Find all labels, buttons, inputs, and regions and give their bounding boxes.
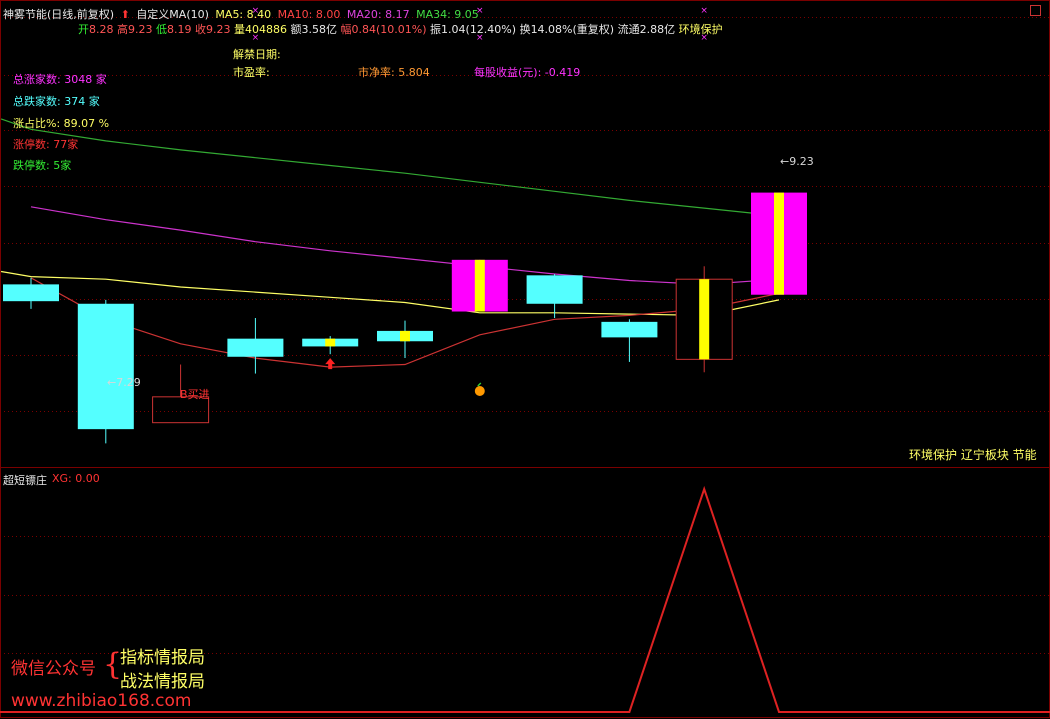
stock-title[interactable]: 神雾节能(日线,前复权) — [3, 8, 114, 21]
turnover-value: 14.08%(重复权) — [530, 23, 615, 36]
candle-body-down — [227, 338, 284, 357]
candle-core-up — [774, 192, 784, 295]
orange-leaf-icon — [477, 382, 482, 387]
account-zhibiao: 指标情报局 — [120, 648, 205, 668]
pb-text: 市净率: 5.804 — [358, 66, 430, 79]
down-count: 总跌家数: 374 家 — [13, 95, 100, 108]
close-box-icon[interactable] — [1030, 5, 1041, 16]
up-count: 总涨家数: 3048 家 — [13, 73, 107, 86]
orange-dot-icon — [474, 386, 485, 396]
close-value: 9.23 — [206, 23, 231, 36]
concept-tag[interactable]: 环境保护 — [679, 23, 723, 36]
volume-label: 量 — [234, 23, 245, 36]
pe-label: 市盈率: — [233, 66, 270, 79]
watermark-url[interactable]: www.zhibiao168.com — [11, 691, 191, 711]
candle-body-down — [3, 284, 59, 302]
ma34-label: MA34: 9.05 — [416, 8, 479, 21]
low-value: 8.19 — [167, 23, 192, 36]
low-label: 低 — [156, 23, 167, 36]
amplitude-label: 振 — [430, 23, 442, 36]
candle-core-down — [400, 330, 410, 342]
amount-label: 额 — [290, 23, 302, 36]
indicator-name[interactable]: 自定义MA(10) — [136, 8, 209, 21]
x-mark-icon: × — [700, 6, 708, 16]
ma-line-ma20 — [30, 206, 780, 286]
chart-frame — [0, 0, 1050, 718]
volume-value: 404886 — [245, 23, 287, 36]
amount-value: 3.58亿 — [301, 23, 338, 36]
ma5-label: MA5: 8.40 — [215, 8, 272, 21]
amplitude-value: 1.04(12.40%) — [441, 23, 517, 36]
turnover-label: 换 — [519, 23, 531, 36]
candle-core-up — [474, 259, 485, 312]
candlestick-chart[interactable]: ×××××× — [0, 0, 1050, 719]
candle-body-down — [601, 321, 658, 338]
account-zhanfa: 战法情报局 — [120, 672, 205, 692]
candle-body-down — [526, 275, 583, 304]
quote-line: 开8.28 高9.23 低8.19 收9.23 量404886 额3.58亿 幅… — [78, 21, 723, 37]
open-label: 开 — [78, 23, 89, 36]
float-label: 流通 — [617, 23, 640, 36]
sub-panel-title[interactable]: 超短镖庄 — [3, 472, 47, 488]
float-value: 2.88亿 — [639, 23, 676, 36]
high-price-marker: ←9.23 — [780, 155, 814, 168]
ma20-label: MA20: 8.17 — [346, 8, 410, 21]
candle-core-up — [699, 279, 710, 360]
candle-body-down — [77, 303, 134, 430]
indicator-arrow-icon: ⬆ — [120, 8, 130, 21]
wechat-label: 微信公众号 — [11, 659, 96, 679]
change-label: 幅 — [340, 23, 352, 36]
buy-signal-label: B买进 — [180, 388, 210, 401]
chart-header: 神雾节能(日线,前复权) ⬆ 自定义MA(10) MA5: 8.40 MA10:… — [3, 6, 482, 22]
open-value: 8.28 — [89, 23, 114, 36]
candle-core-down — [325, 338, 336, 347]
ma10-label: MA10: 8.00 — [277, 8, 341, 21]
close-label: 收 — [195, 23, 206, 36]
low-price-marker: ←7.29 — [107, 376, 141, 389]
limit-up-count: 涨停数: 77家 — [13, 138, 79, 151]
change-value: 0.84(10.01%) — [351, 23, 427, 36]
eps-text: 每股收益(元): -0.419 — [474, 66, 581, 79]
unlock-date-label: 解禁日期: — [233, 48, 281, 61]
limit-down-count: 跌停数: 5家 — [13, 159, 72, 172]
up-ratio: 涨占比%: 89.07 % — [13, 117, 110, 130]
high-value: 9.23 — [128, 23, 153, 36]
xg-label: XG: 0.00 — [52, 472, 100, 485]
high-label: 高 — [117, 23, 128, 36]
ma-line-ma34 — [0, 118, 780, 217]
sector-tags[interactable]: 环境保护 辽宁板块 节能 — [909, 446, 1037, 463]
